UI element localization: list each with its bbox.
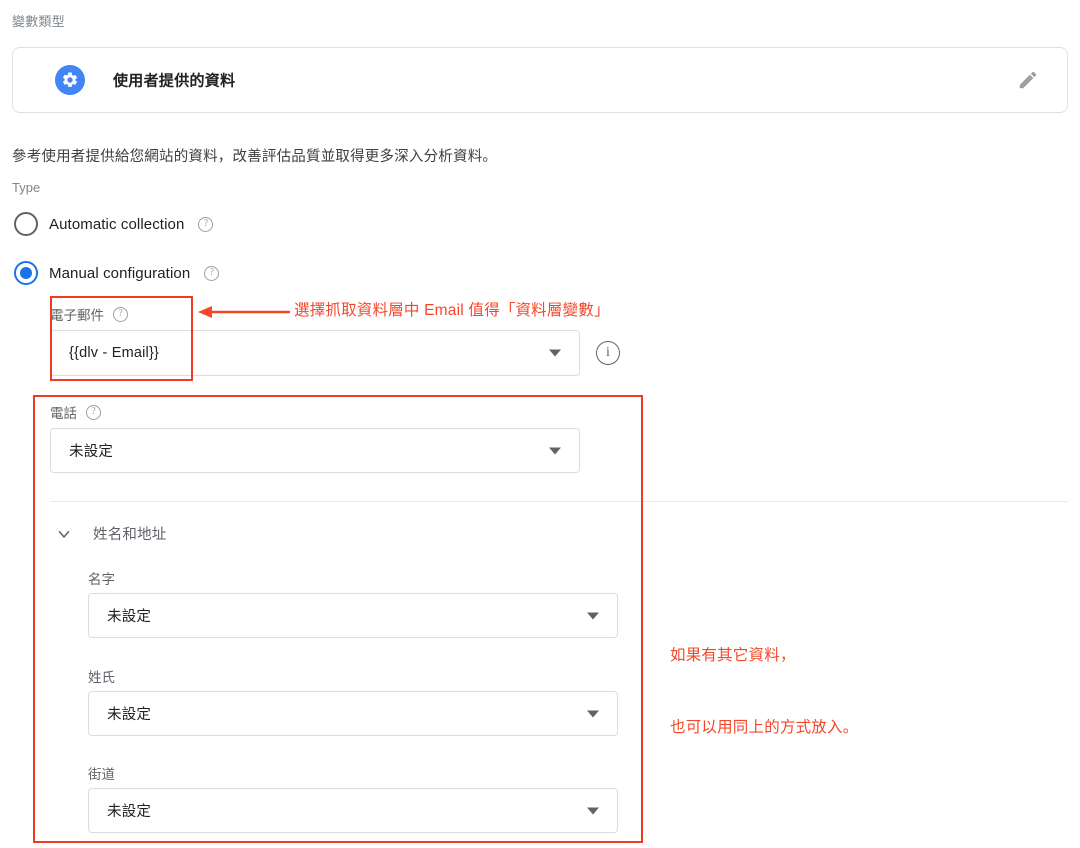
phone-select[interactable]: 未設定 <box>50 428 580 473</box>
email-select-value: {{dlv - Email}} <box>69 345 160 361</box>
last-name-select[interactable]: 未設定 <box>88 691 618 736</box>
help-icon[interactable]: ? <box>113 306 128 322</box>
chevron-down-icon <box>587 612 599 619</box>
street-select-value: 未設定 <box>107 804 152 820</box>
annotation-arrow-icon <box>198 306 290 318</box>
radio-circle-selected-icon <box>14 261 38 285</box>
variable-type-title: 使用者提供的資料 <box>113 72 236 90</box>
chevron-down-icon <box>587 710 599 717</box>
radio-automatic-label: Automatic collection <box>49 215 185 233</box>
chevron-down-icon <box>587 807 599 814</box>
radio-manual-label: Manual configuration <box>49 264 191 282</box>
help-icon[interactable]: ? <box>86 404 101 420</box>
name-address-title: 姓名和地址 <box>93 527 167 543</box>
email-field-label: 電子郵件 ? <box>50 304 128 324</box>
first-name-select[interactable]: 未設定 <box>88 593 618 638</box>
radio-manual-configuration[interactable]: Manual configuration ? <box>14 261 220 285</box>
user-provided-data-settings-page: 變數類型 使用者提供的資料 參考使用者提供給您網站的資料，改善評估品質並取得更多… <box>0 0 1080 848</box>
first-name-label-text: 名字 <box>88 572 115 587</box>
street-select[interactable]: 未設定 <box>88 788 618 833</box>
annotation-other-note: 如果有其它資料， 也可以用同上的方式放入。 <box>670 596 858 788</box>
last-name-label: 姓氏 <box>88 666 115 686</box>
description-text: 參考使用者提供給您網站的資料，改善評估品質並取得更多深入分析資料。 <box>12 149 498 165</box>
email-label-text: 電子郵件 <box>50 308 104 323</box>
phone-select-value: 未設定 <box>69 444 114 460</box>
street-label-text: 街道 <box>88 767 115 782</box>
street-label: 街道 <box>88 763 115 783</box>
gear-icon <box>55 65 85 95</box>
variable-type-label: 變數類型 <box>12 14 65 29</box>
last-name-label-text: 姓氏 <box>88 670 115 685</box>
name-address-section-header[interactable]: 姓名和地址 <box>55 523 167 544</box>
pencil-icon[interactable] <box>1015 67 1041 93</box>
first-name-select-value: 未設定 <box>107 609 152 625</box>
first-name-label: 名字 <box>88 568 115 588</box>
variable-type-card[interactable]: 使用者提供的資料 <box>12 47 1068 113</box>
annotation-other-note-line1: 如果有其它資料， <box>670 647 796 665</box>
help-icon[interactable]: ? <box>198 216 214 232</box>
last-name-select-value: 未設定 <box>107 707 152 723</box>
email-select[interactable]: {{dlv - Email}} <box>50 330 580 376</box>
annotation-other-note-line2: 也可以用同上的方式放入。 <box>670 719 859 737</box>
info-icon[interactable]: i <box>596 341 620 365</box>
phone-label-text: 電話 <box>50 406 77 421</box>
section-divider <box>50 501 1068 502</box>
chevron-down-icon <box>549 349 561 357</box>
type-section-label: Type <box>12 180 41 195</box>
chevron-down-icon <box>549 447 561 454</box>
phone-field-label: 電話 ? <box>50 402 101 422</box>
chevron-down-icon <box>58 530 70 538</box>
radio-automatic-collection[interactable]: Automatic collection ? <box>14 212 214 236</box>
annotation-email-note: 選擇抓取資料層中 Email 值得「資料層變數」 <box>294 302 610 319</box>
radio-circle-icon <box>14 212 38 236</box>
help-icon[interactable]: ? <box>204 265 220 281</box>
